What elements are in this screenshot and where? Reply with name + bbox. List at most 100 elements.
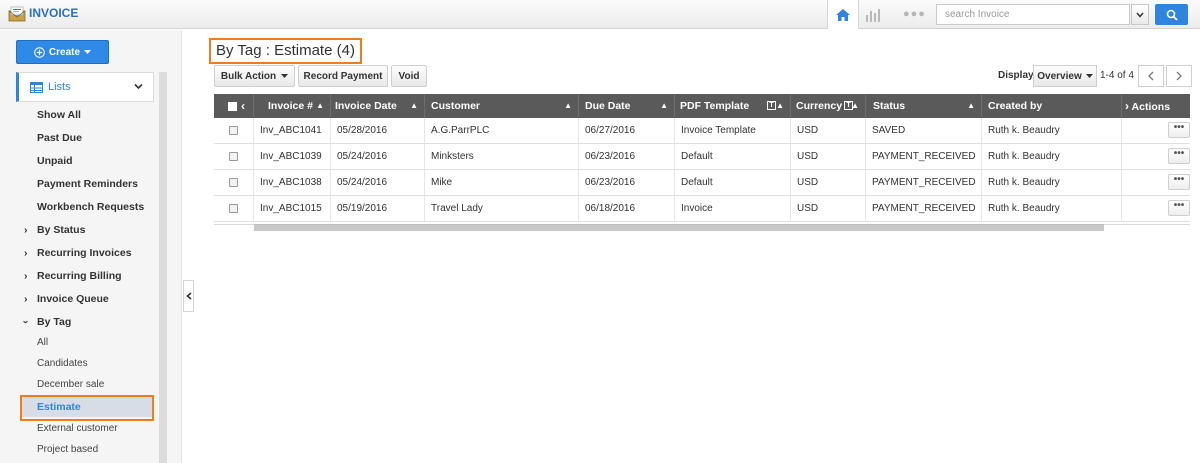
search-input[interactable] bbox=[936, 4, 1130, 25]
search-scope-dropdown[interactable] bbox=[1131, 4, 1149, 25]
create-button[interactable]: Create bbox=[16, 40, 109, 64]
sidebar-item-by-tag[interactable]: › By Tag bbox=[0, 312, 158, 332]
row-actions-button[interactable]: ••• bbox=[1168, 148, 1190, 164]
row-actions-cell: ••• bbox=[1122, 144, 1190, 170]
sidebar-item-invoice-queue[interactable]: › Invoice Queue bbox=[0, 289, 158, 309]
sort-up-icon: ▲ bbox=[316, 101, 324, 110]
cell-customer: Minksters bbox=[425, 144, 579, 170]
next-page-button[interactable] bbox=[1166, 65, 1192, 87]
sidebar-item-show-all[interactable]: Show All bbox=[0, 105, 158, 125]
sidebar-item-past-due[interactable]: Past Due bbox=[0, 128, 158, 148]
cell-pdf-template: Default bbox=[675, 144, 791, 170]
column-header-currency[interactable]: Currency T ▲ bbox=[791, 94, 866, 118]
row-select-cell bbox=[214, 144, 254, 170]
create-button-label: Create bbox=[48, 46, 81, 58]
column-header-invoice-number[interactable]: Invoice # ▲ bbox=[254, 94, 331, 118]
cell-invoice-number[interactable]: Inv_ABC1041 bbox=[254, 118, 331, 144]
chevron-down-icon: › bbox=[19, 320, 32, 324]
chevron-down-icon bbox=[134, 83, 143, 90]
sidebar-item-tag-december-sale[interactable]: December sale bbox=[0, 375, 158, 395]
cell-invoice-date: 05/24/2016 bbox=[331, 144, 425, 170]
row-checkbox[interactable] bbox=[229, 126, 238, 135]
void-button[interactable]: Void bbox=[391, 65, 427, 87]
row-actions-button[interactable]: ••• bbox=[1168, 174, 1190, 190]
table-row[interactable]: Inv_ABC1041 05/28/2016 A.G.ParrPLC 06/27/20… bbox=[214, 118, 1190, 144]
filter-icon[interactable]: T bbox=[767, 101, 776, 110]
void-label: Void bbox=[398, 70, 420, 82]
cell-currency: USD bbox=[791, 170, 866, 196]
cell-customer: A.G.ParrPLC bbox=[425, 118, 579, 144]
table-row[interactable]: Inv_ABC1015 05/19/2016 Travel Lady 06/18/20… bbox=[214, 196, 1190, 222]
record-payment-button[interactable]: Record Payment bbox=[298, 65, 388, 87]
sidebar-collapse-toggle[interactable] bbox=[183, 280, 194, 312]
sidebar-item-tag-project-based[interactable]: Project based bbox=[0, 440, 158, 460]
sort-up-icon: ▲ bbox=[776, 101, 784, 110]
horizontal-scrollbar[interactable] bbox=[254, 224, 1104, 231]
cell-created-by: Ruth k. Beaudry bbox=[982, 196, 1122, 222]
sidebar-item-recurring-billing[interactable]: › Recurring Billing bbox=[0, 266, 158, 286]
sidebar-item-tag-candidates[interactable]: Candidates bbox=[0, 354, 158, 374]
prev-page-button[interactable] bbox=[1138, 65, 1164, 87]
chevron-right-icon: › bbox=[24, 247, 28, 259]
row-checkbox[interactable] bbox=[229, 178, 238, 187]
bulk-action-button[interactable]: Bulk Action bbox=[214, 65, 295, 87]
row-select-cell bbox=[214, 118, 254, 144]
search-button[interactable] bbox=[1155, 4, 1188, 25]
chevron-right-icon[interactable]: › bbox=[1125, 99, 1129, 113]
cell-status: PAYMENT_RECEIVED bbox=[866, 170, 982, 196]
cell-pdf-template: Invoice Template bbox=[675, 118, 791, 144]
caret-down-icon bbox=[281, 73, 289, 78]
column-header-status[interactable]: Status ▲ bbox=[866, 94, 982, 118]
record-payment-label: Record Payment bbox=[303, 70, 383, 82]
sidebar-item-workbench-requests[interactable]: Workbench Requests bbox=[0, 197, 158, 217]
sidebar-item-tag-estimate[interactable]: Estimate bbox=[20, 397, 153, 417]
row-checkbox[interactable] bbox=[229, 152, 238, 161]
cell-currency: USD bbox=[791, 144, 866, 170]
chevron-right-icon: › bbox=[24, 224, 28, 236]
cell-customer: Mike bbox=[425, 170, 579, 196]
sidebar-item-recurring-invoices[interactable]: › Recurring Invoices bbox=[0, 243, 158, 263]
cell-invoice-number[interactable]: Inv_ABC1039 bbox=[254, 144, 331, 170]
bar-chart-icon[interactable] bbox=[864, 7, 882, 23]
column-header-pdf-template[interactable]: PDF Template T ▲ bbox=[675, 94, 791, 118]
chevron-left-icon[interactable]: ‹ bbox=[241, 94, 245, 118]
home-button[interactable] bbox=[827, 0, 859, 29]
app-title[interactable]: INVOICE bbox=[29, 6, 78, 20]
row-actions-button[interactable]: ••• bbox=[1168, 200, 1190, 216]
cell-invoice-number[interactable]: Inv_ABC1015 bbox=[254, 196, 331, 222]
row-actions-button[interactable]: ••• bbox=[1168, 122, 1190, 138]
lists-section-header[interactable]: Lists bbox=[16, 72, 154, 102]
cell-invoice-date: 05/24/2016 bbox=[331, 170, 425, 196]
row-checkbox[interactable] bbox=[229, 204, 238, 213]
plus-circle-icon bbox=[34, 46, 45, 58]
display-label: Display bbox=[998, 70, 1034, 81]
sidebar-item-by-status[interactable]: › By Status bbox=[0, 220, 158, 240]
cell-invoice-number[interactable]: Inv_ABC1038 bbox=[254, 170, 331, 196]
cell-due-date: 06/23/2016 bbox=[579, 170, 675, 196]
cell-due-date: 06/27/2016 bbox=[579, 118, 675, 144]
cell-status: SAVED bbox=[866, 118, 982, 144]
cell-currency: USD bbox=[791, 196, 866, 222]
column-header-customer[interactable]: Customer ▲ bbox=[425, 94, 579, 118]
sidebar-item-payment-reminders[interactable]: Payment Reminders bbox=[0, 174, 158, 194]
sort-up-icon: ▲ bbox=[967, 101, 975, 110]
column-header-created-by[interactable]: Created by bbox=[982, 94, 1122, 118]
more-dots-icon[interactable]: ●●● bbox=[903, 8, 926, 20]
table-row[interactable]: Inv_ABC1038 05/24/2016 Mike 06/23/2016 Defau… bbox=[214, 170, 1190, 196]
chevron-right-icon bbox=[1176, 71, 1182, 81]
row-select-cell bbox=[214, 170, 254, 196]
sidebar-scrollbar[interactable] bbox=[159, 72, 167, 463]
column-header-due-date[interactable]: Due Date ▲ bbox=[579, 94, 675, 118]
column-header-invoice-date[interactable]: Invoice Date ▲ bbox=[331, 94, 425, 118]
cell-status: PAYMENT_RECEIVED bbox=[866, 196, 982, 222]
page-title: By Tag : Estimate (4) bbox=[216, 42, 355, 59]
cell-pdf-template: Invoice bbox=[675, 196, 791, 222]
select-all-checkbox[interactable] bbox=[228, 102, 237, 111]
sidebar-item-tag-all[interactable]: All bbox=[0, 333, 158, 353]
table-row[interactable]: Inv_ABC1039 05/24/2016 Minksters 06/23/2016… bbox=[214, 144, 1190, 170]
cell-created-by: Ruth k. Beaudry bbox=[982, 118, 1122, 144]
sidebar-item-tag-external-customer[interactable]: External customer bbox=[0, 419, 158, 439]
sidebar-item-unpaid[interactable]: Unpaid bbox=[0, 151, 158, 171]
display-select[interactable]: Overview bbox=[1033, 65, 1097, 87]
lists-label: Lists bbox=[48, 81, 71, 93]
